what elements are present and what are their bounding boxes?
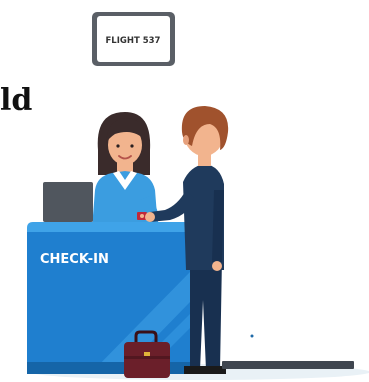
floor-bench [222,361,354,369]
counter-label: CHECK-IN [40,252,109,267]
monitor [43,182,93,228]
partial-heading-text: ld [0,83,33,118]
flight-sign: FLIGHT 537 [92,12,175,66]
floor-dot [250,334,254,338]
flight-sign-text: FLIGHT 537 [106,36,161,46]
check-in-agent [92,112,159,228]
check-in-illustration: FLIGHT 537 CHECK-IN [27,12,369,380]
